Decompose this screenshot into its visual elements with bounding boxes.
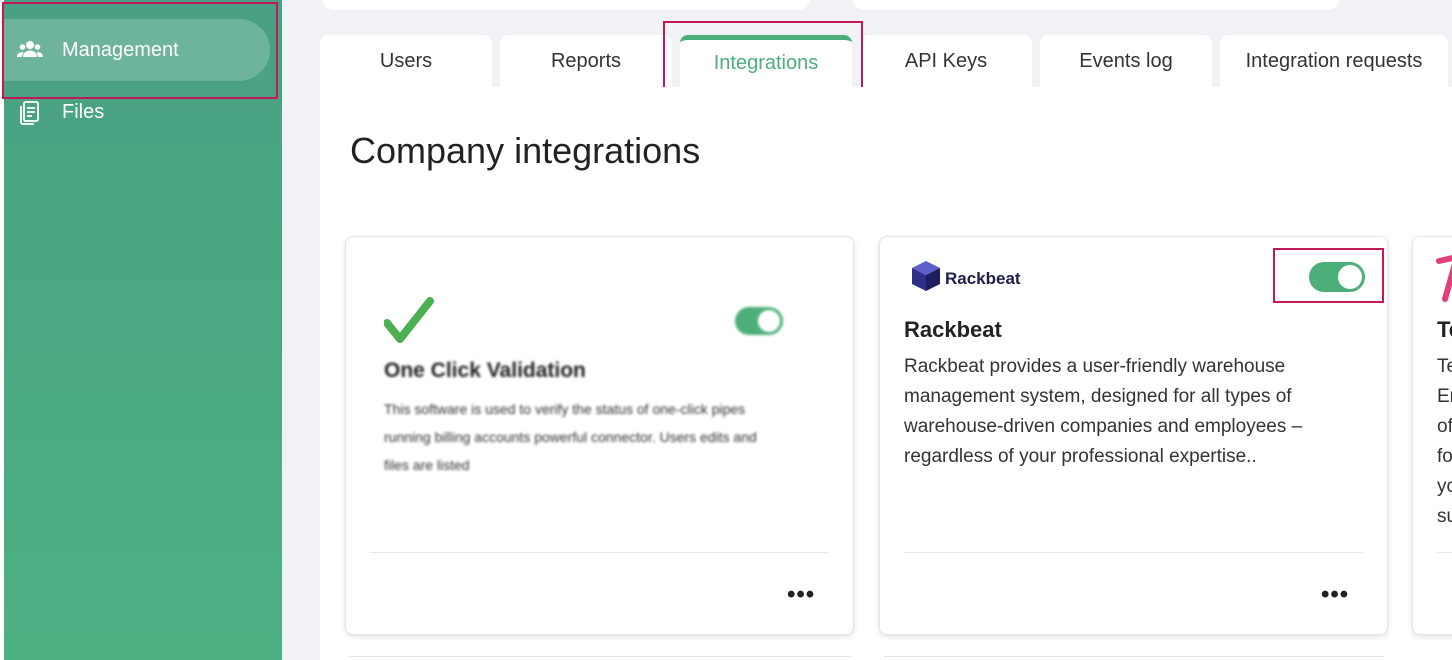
card-description: Rackbeat provides a user-friendly wareho… bbox=[904, 356, 1303, 467]
card-name: One Click Validation bbox=[384, 359, 586, 382]
tab-reports[interactable]: Reports bbox=[500, 35, 672, 87]
tab-label: Reports bbox=[550, 49, 622, 72]
sidebar: Management Files bbox=[0, 0, 282, 660]
tab-users[interactable]: Users bbox=[320, 35, 492, 87]
divider bbox=[904, 552, 1363, 553]
toggle-knob bbox=[758, 310, 780, 332]
tab-integrations[interactable]: Integrations bbox=[680, 35, 852, 87]
rackbeat-logo: Rackbeat bbox=[910, 259, 1021, 298]
enable-toggle[interactable] bbox=[1309, 262, 1365, 292]
tab-events-log[interactable]: Events log bbox=[1040, 35, 1212, 87]
sidebar-item-management[interactable]: Management bbox=[4, 19, 270, 81]
next-card-edge bbox=[350, 656, 850, 660]
tab-api-keys[interactable]: API Keys bbox=[860, 35, 1032, 87]
tab-label: Events log bbox=[1079, 49, 1173, 72]
card-description: This software is used to verify the stat… bbox=[384, 401, 757, 473]
desc-line: yo bbox=[1437, 476, 1452, 497]
divider bbox=[370, 552, 829, 553]
top-field-left[interactable] bbox=[322, 0, 810, 10]
box-logo-icon bbox=[910, 259, 942, 298]
card-name: Te bbox=[1437, 317, 1452, 342]
checkmark-logo-icon bbox=[383, 295, 434, 350]
toggle-knob bbox=[1338, 265, 1362, 289]
more-options-button[interactable]: ••• bbox=[1321, 581, 1349, 609]
divider bbox=[1437, 552, 1452, 553]
desc-line: Te bbox=[1437, 356, 1452, 377]
sidebar-item-label: Files bbox=[62, 100, 105, 123]
tab-label: Integrations bbox=[713, 52, 819, 74]
tab-label: Integration requests bbox=[1245, 49, 1423, 72]
integration-card: One Click Validation This software is us… bbox=[345, 236, 854, 635]
people-icon bbox=[16, 36, 44, 64]
tab-label: Users bbox=[379, 49, 433, 72]
sidebar-item-label: Management bbox=[62, 38, 179, 61]
tab-label: API Keys bbox=[904, 49, 988, 72]
integration-card: Te Te Er of fo yo su bbox=[1412, 236, 1452, 635]
next-card-edge bbox=[884, 656, 1384, 660]
page-title: Company integrations bbox=[350, 130, 701, 171]
desc-line: su bbox=[1437, 506, 1452, 527]
sidebar-item-files[interactable]: Files bbox=[4, 81, 270, 143]
enable-toggle[interactable] bbox=[735, 307, 783, 335]
desc-line: fo bbox=[1437, 446, 1452, 467]
files-icon bbox=[16, 98, 44, 126]
card-name: Rackbeat bbox=[904, 317, 1002, 342]
tab-integration-requests[interactable]: Integration requests bbox=[1220, 35, 1448, 87]
desc-line: of bbox=[1437, 416, 1452, 437]
top-field-right[interactable] bbox=[852, 0, 1340, 10]
more-options-button[interactable]: ••• bbox=[787, 581, 815, 609]
desc-line: Er bbox=[1437, 386, 1452, 407]
integration-card: Rackbeat Rackbeat Rackbeat provides a us… bbox=[879, 236, 1388, 635]
brand-logo-icon bbox=[1435, 251, 1452, 308]
rackbeat-logo-text: Rackbeat bbox=[945, 268, 1021, 288]
card-description: Te Er of fo yo su bbox=[1437, 352, 1452, 532]
